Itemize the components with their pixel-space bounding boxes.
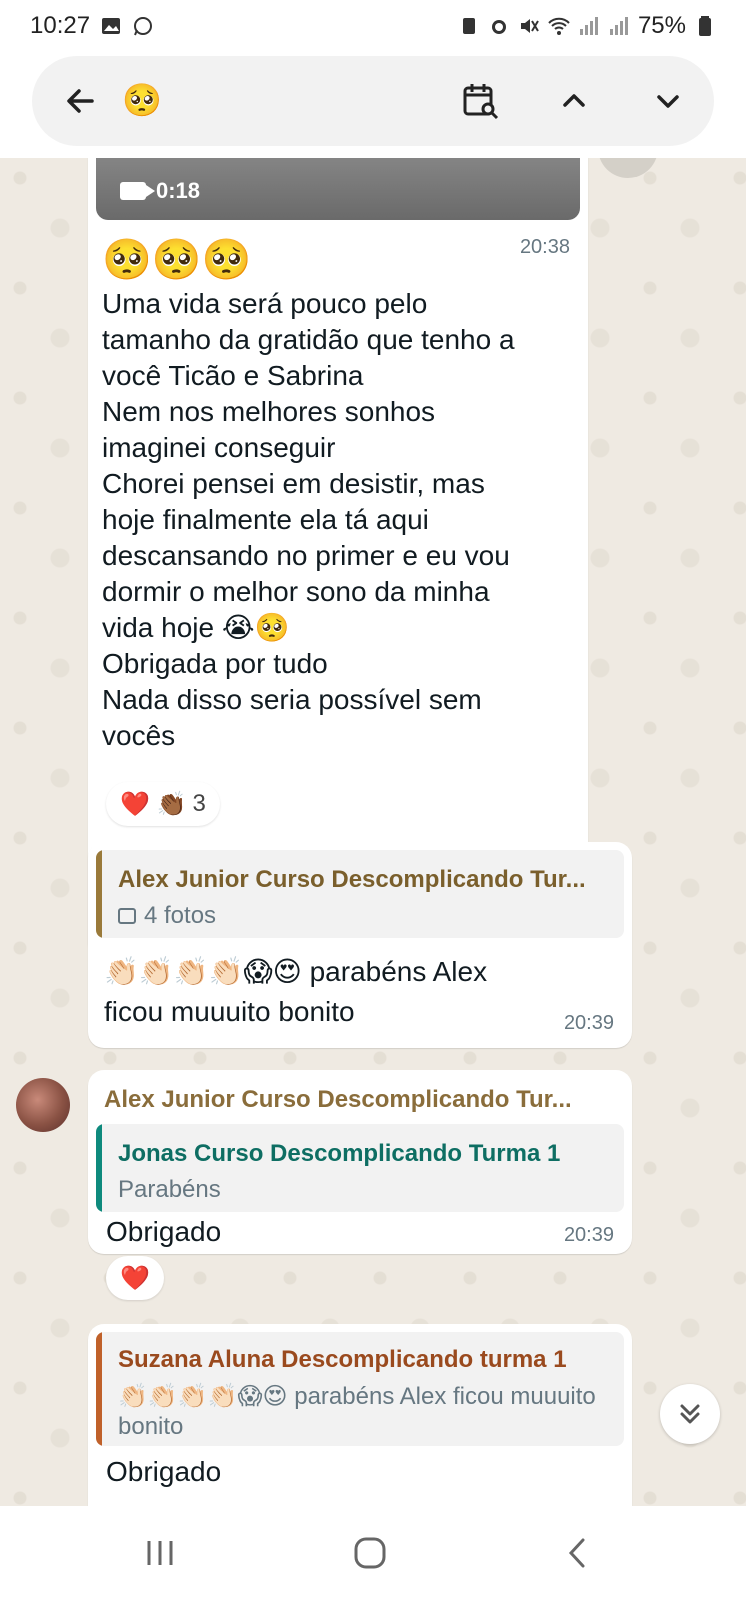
message-text: Obrigado [106, 1456, 222, 1487]
recents-icon [147, 1541, 173, 1565]
wifi-icon [548, 17, 570, 35]
message-time: 20:38 [519, 236, 570, 258]
quote-bar [96, 1124, 102, 1212]
message-text: Obrigado [106, 1216, 222, 1247]
signal-icon [579, 17, 598, 35]
calendar-search-icon [463, 84, 499, 120]
chevron-down-icon [657, 95, 679, 108]
previous-result-button[interactable] [544, 71, 604, 131]
quote-bar [96, 1332, 102, 1446]
battery-icon [699, 16, 711, 36]
quote-bar [96, 850, 102, 938]
next-result-button[interactable] [638, 71, 698, 131]
back-button[interactable] [50, 71, 110, 131]
forward-button[interactable] [598, 158, 658, 178]
quote-preview-text: 👏🏻👏🏻👏🏻👏🏻😱😍 parabéns Alex ficou muuuito b… [118, 1383, 596, 1440]
message-bubble[interactable]: 0:18 🥺🥺🥺 20:38 Uma vida será pouco pelo … [88, 158, 588, 958]
gallery-icon [102, 18, 121, 34]
message-reactions[interactable]: ❤️ 👏🏾 3 [106, 782, 220, 826]
search-bar: 🥺 [32, 56, 714, 146]
scroll-to-bottom-button[interactable] [660, 1384, 720, 1444]
video-thumbnail[interactable]: 0:18 [96, 158, 580, 220]
quote-author: Jonas Curso Descomplicando Turma 1 [118, 1140, 561, 1167]
video-meta: 0:18 [120, 178, 200, 204]
home-icon [354, 1537, 386, 1569]
whatsapp-icon [134, 17, 153, 36]
message-bubble[interactable]: Alex Junior Curso Descomplicando Tur... … [88, 842, 632, 1048]
search-by-date-button[interactable] [450, 71, 510, 131]
system-nav-bar [0, 1506, 746, 1600]
quoted-message[interactable]: Suzana Aluna Descomplicando turma 1 👏🏻👏🏻… [96, 1332, 624, 1446]
emoji-row: 🥺🥺🥺 [102, 238, 252, 282]
status-bar: 10:27 75% [0, 0, 746, 52]
photo-icon [118, 908, 136, 924]
chat-area[interactable]: 0:18 🥺🥺🥺 20:38 Uma vida será pouco pelo … [0, 158, 746, 1506]
chevron-up-icon [563, 94, 585, 107]
quote-author: Suzana Aluna Descomplicando turma 1 [118, 1346, 567, 1373]
message-reactions[interactable]: ❤️ [106, 1256, 164, 1300]
back-chevron-icon [568, 1538, 585, 1568]
avatar[interactable] [16, 1078, 70, 1132]
message-text: 👏🏻👏🏻👏🏻👏🏻😱😍 parabéns Alex ficou muuuito b… [104, 956, 488, 1027]
quote-author: Alex Junior Curso Descomplicando Tur... [118, 866, 586, 893]
arrow-left-icon [67, 89, 94, 113]
message-text: Uma vida será pouco pelo tamanho da grat… [102, 288, 515, 751]
back-nav-button[interactable] [548, 1528, 608, 1578]
video-camera-icon [120, 182, 155, 200]
battery-percent: 75% [637, 12, 686, 39]
reaction-count: 3 [192, 790, 206, 817]
search-input[interactable]: 🥺 [122, 80, 162, 120]
recent-apps-button[interactable] [130, 1528, 190, 1578]
message-time: 20:39 [563, 1012, 614, 1034]
message-bubble[interactable]: Suzana Aluna Descomplicando turma 1 👏🏻👏🏻… [88, 1324, 632, 1506]
reaction-emojis: ❤️ [120, 1264, 150, 1292]
message-time: 20:39 [563, 1224, 614, 1246]
reaction-emojis: ❤️ 👏🏾 [120, 790, 187, 818]
message-bubble[interactable]: Alex Junior Curso Descomplicando Tur... … [88, 1070, 632, 1254]
quoted-message[interactable]: Jonas Curso Descomplicando Turma 1 Parab… [96, 1124, 624, 1212]
quote-preview-text: 4 fotos [144, 902, 217, 929]
alarm-icon [491, 20, 506, 34]
mute-icon [520, 19, 539, 33]
sender-name[interactable]: Alex Junior Curso Descomplicando Tur... [104, 1086, 604, 1114]
video-duration: 0:18 [156, 178, 201, 203]
home-button[interactable] [340, 1528, 400, 1578]
nfc-icon [462, 18, 475, 34]
quote-preview-text: Parabéns [118, 1176, 221, 1203]
status-time: 10:27 [30, 12, 91, 39]
search-header: 🥺 [0, 52, 746, 158]
signal-icon-2 [609, 17, 628, 35]
double-chevron-down-icon [680, 1404, 700, 1424]
quote-preview: 4 fotos [118, 902, 216, 930]
quoted-message[interactable]: Alex Junior Curso Descomplicando Tur... … [96, 850, 624, 938]
